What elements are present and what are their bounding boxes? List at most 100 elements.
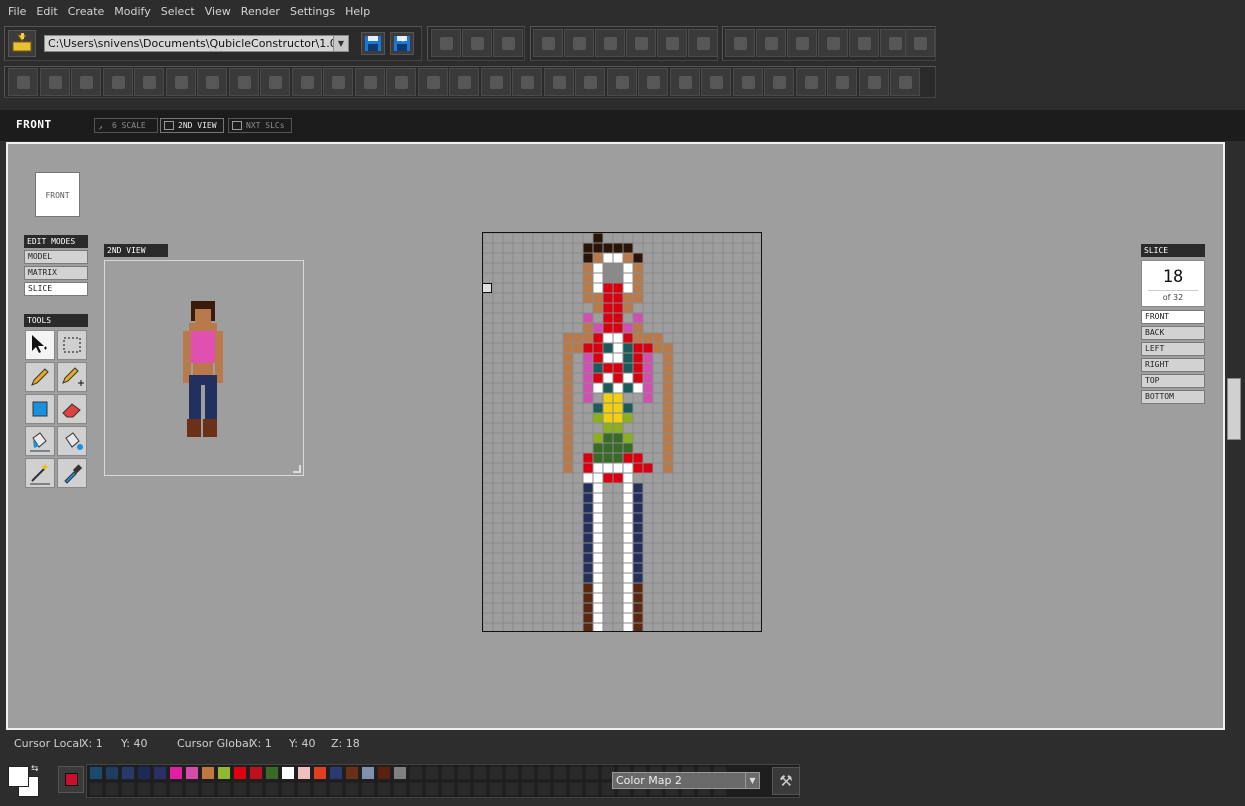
voxel-cell[interactable] bbox=[702, 362, 714, 374]
voxel-cell[interactable] bbox=[662, 312, 674, 324]
voxel-cell[interactable] bbox=[542, 332, 554, 344]
voxel-cell[interactable] bbox=[552, 492, 564, 504]
voxel-cell[interactable] bbox=[672, 452, 684, 464]
voxel-cell[interactable] bbox=[572, 432, 584, 444]
voxel-cell[interactable] bbox=[642, 302, 654, 314]
voxel-cell[interactable] bbox=[502, 302, 514, 314]
voxel-cell[interactable] bbox=[602, 532, 614, 544]
voxel-cell[interactable] bbox=[492, 392, 504, 404]
voxel-cell[interactable] bbox=[572, 522, 584, 534]
pencil-tool[interactable] bbox=[25, 362, 55, 392]
voxel-cell[interactable] bbox=[662, 542, 674, 554]
voxel-cell[interactable] bbox=[612, 472, 624, 484]
voxel-cell[interactable] bbox=[732, 332, 744, 344]
voxel-cell[interactable] bbox=[632, 312, 644, 324]
voxel-cell[interactable] bbox=[592, 582, 604, 594]
voxel-cell[interactable] bbox=[582, 602, 594, 614]
voxel-cell[interactable] bbox=[512, 622, 524, 634]
voxel-cell[interactable] bbox=[682, 482, 694, 494]
voxel-cell[interactable] bbox=[542, 502, 554, 514]
voxel-cell[interactable] bbox=[492, 382, 504, 394]
palette-swatch[interactable] bbox=[233, 782, 247, 796]
voxel-cell[interactable] bbox=[542, 582, 554, 594]
voxel-cell[interactable] bbox=[662, 382, 674, 394]
voxel-cell[interactable] bbox=[502, 532, 514, 544]
voxel-cell[interactable] bbox=[692, 482, 704, 494]
palette-swatch[interactable] bbox=[281, 782, 295, 796]
voxel-cell[interactable] bbox=[662, 292, 674, 304]
voxel-cell[interactable] bbox=[642, 602, 654, 614]
voxel-cell[interactable] bbox=[752, 412, 764, 424]
voxel-cell[interactable] bbox=[712, 552, 724, 564]
voxel-cell[interactable] bbox=[632, 232, 644, 244]
voxel-cell[interactable] bbox=[552, 242, 564, 254]
voxel-cell[interactable] bbox=[652, 382, 664, 394]
voxel-cell[interactable] bbox=[742, 332, 754, 344]
voxel-cell[interactable] bbox=[752, 462, 764, 474]
voxel-cell[interactable] bbox=[552, 232, 564, 244]
voxel-cell[interactable] bbox=[532, 382, 544, 394]
voxel-cell[interactable] bbox=[702, 372, 714, 384]
voxel-cell[interactable] bbox=[602, 512, 614, 524]
voxel-cell[interactable] bbox=[722, 362, 734, 374]
edit-tool-button-icon[interactable] bbox=[291, 68, 322, 96]
voxel-cell[interactable] bbox=[542, 602, 554, 614]
voxel-cell[interactable] bbox=[482, 512, 494, 524]
palette-swatch[interactable] bbox=[105, 782, 119, 796]
voxel-cell[interactable] bbox=[712, 272, 724, 284]
voxel-cell[interactable] bbox=[532, 502, 544, 514]
voxel-cell[interactable] bbox=[742, 542, 754, 554]
voxel-cell[interactable] bbox=[672, 232, 684, 244]
voxel-cell[interactable] bbox=[492, 472, 504, 484]
voxel-cell[interactable] bbox=[722, 302, 734, 314]
voxel-cell[interactable] bbox=[542, 312, 554, 324]
voxel-cell[interactable] bbox=[692, 622, 704, 634]
palette-swatch[interactable] bbox=[473, 766, 487, 780]
voxel-cell[interactable] bbox=[582, 262, 594, 274]
voxel-cell[interactable] bbox=[692, 552, 704, 564]
palette-swatch[interactable] bbox=[425, 782, 439, 796]
voxel-cell[interactable] bbox=[662, 602, 674, 614]
select-move-tool[interactable] bbox=[25, 330, 55, 360]
palette-swatch[interactable] bbox=[89, 766, 103, 780]
voxel-cell[interactable] bbox=[502, 432, 514, 444]
palette-swatch[interactable] bbox=[521, 782, 535, 796]
voxel-cell[interactable] bbox=[572, 612, 584, 624]
voxel-cell[interactable] bbox=[512, 252, 524, 264]
palette-swatch[interactable] bbox=[505, 782, 519, 796]
voxel-cell[interactable] bbox=[732, 582, 744, 594]
voxel-cell[interactable] bbox=[742, 572, 754, 584]
voxel-cell[interactable] bbox=[602, 362, 614, 374]
voxel-cell[interactable] bbox=[572, 382, 584, 394]
voxel-cell[interactable] bbox=[582, 542, 594, 554]
voxel-cell[interactable] bbox=[642, 412, 654, 424]
voxel-cell[interactable] bbox=[742, 292, 754, 304]
voxel-cell[interactable] bbox=[642, 532, 654, 544]
voxel-cell[interactable] bbox=[652, 482, 664, 494]
voxel-cell[interactable] bbox=[532, 262, 544, 274]
voxel-cell[interactable] bbox=[582, 422, 594, 434]
voxel-cell[interactable] bbox=[572, 312, 584, 324]
voxel-cell[interactable] bbox=[632, 332, 644, 344]
slice-view-bottom[interactable]: BOTTOM bbox=[1141, 390, 1205, 404]
voxel-cell[interactable] bbox=[612, 312, 624, 324]
voxel-cell[interactable] bbox=[482, 522, 494, 534]
voxel-cell[interactable] bbox=[612, 562, 624, 574]
palette-swatch[interactable] bbox=[441, 782, 455, 796]
voxel-cell[interactable] bbox=[622, 422, 634, 434]
voxel-cell[interactable] bbox=[662, 352, 674, 364]
voxel-cell[interactable] bbox=[642, 362, 654, 374]
voxel-cell[interactable] bbox=[672, 312, 684, 324]
voxel-cell[interactable] bbox=[512, 492, 524, 504]
voxel-cell[interactable] bbox=[642, 252, 654, 264]
voxel-cell[interactable] bbox=[622, 542, 634, 554]
voxel-cell[interactable] bbox=[542, 592, 554, 604]
voxel-cell[interactable] bbox=[552, 262, 564, 274]
voxel-cell[interactable] bbox=[532, 242, 544, 254]
palette-swatch[interactable] bbox=[329, 782, 343, 796]
voxel-cell[interactable] bbox=[642, 292, 654, 304]
voxel-cell[interactable] bbox=[532, 232, 544, 244]
voxel-cell[interactable] bbox=[692, 312, 704, 324]
voxel-cell[interactable] bbox=[632, 602, 644, 614]
voxel-cell[interactable] bbox=[732, 592, 744, 604]
